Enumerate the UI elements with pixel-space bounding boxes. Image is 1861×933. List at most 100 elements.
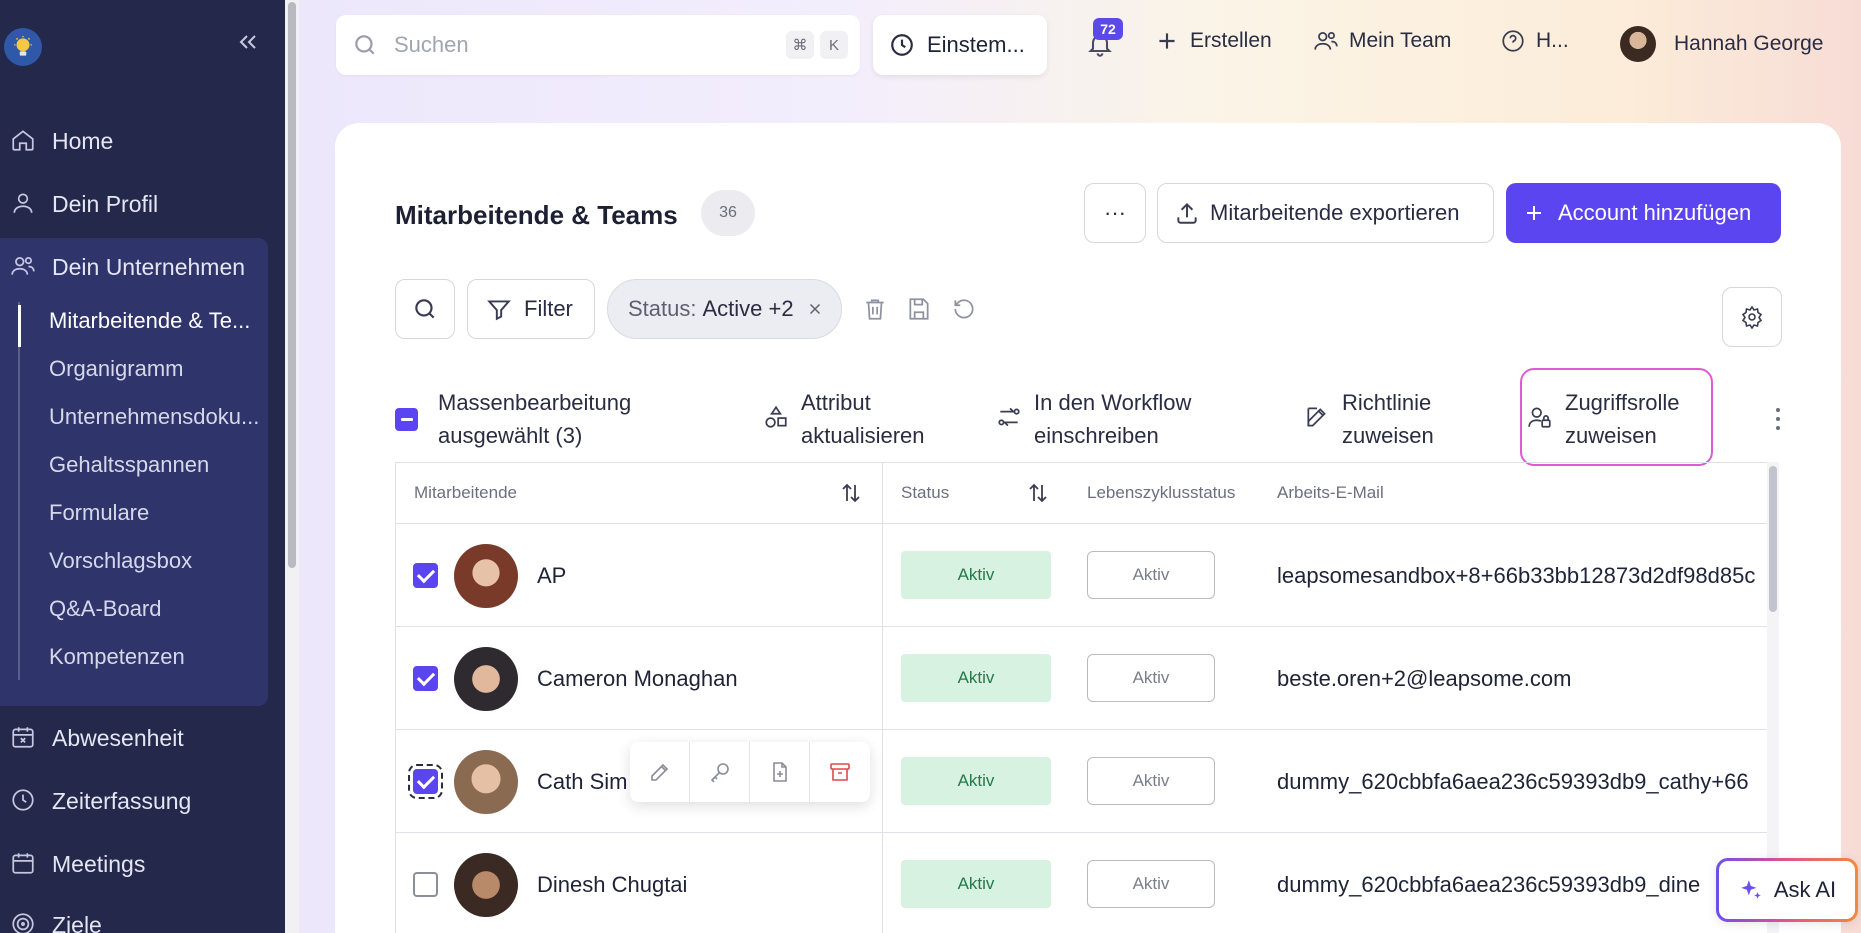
employees-table: Mitarbeitende Status Lebenszyklusstatus … [395,462,1779,933]
action-line2: einschreiben [1034,423,1159,448]
lifecycle-badge: Aktiv [1087,551,1215,599]
nav-item-time-tracking[interactable]: Zeiterfassung [0,778,270,824]
avatar [454,544,518,608]
status-badge: Aktiv [901,551,1051,599]
filter-label: Filter [524,296,573,321]
status-badge: Aktiv [901,860,1051,908]
lightbulb-logo-icon[interactable] [4,28,42,66]
status-badge: Aktiv [901,757,1051,805]
edit-row-button[interactable] [630,742,690,802]
active-indicator [18,305,21,347]
add-account-button[interactable]: Account hinzufügen [1506,183,1781,243]
action-line1: In den Workflow [1034,390,1192,415]
user-name[interactable]: Hannah George [1674,32,1823,56]
bulk-line2: ausgewählt (3) [438,423,583,448]
row-checkbox[interactable] [413,872,438,897]
assign-policy-button[interactable]: Richtlinie zuweisen [1304,386,1434,452]
row-checkbox[interactable] [408,764,443,799]
nav-label: Abwesenheit [52,724,184,751]
table-settings-button[interactable] [1722,287,1782,347]
employee-name[interactable]: Dinesh Chugtai [537,872,687,898]
subnav-item-documents[interactable]: Unternehmensdoku... [49,404,264,430]
subnav-item-employees[interactable]: Mitarbeitende & Te... [49,308,264,334]
shapes-icon [765,405,787,428]
user-avatar[interactable] [1620,26,1656,62]
nav-item-goals[interactable]: Ziele [0,902,270,933]
header-lifecycle[interactable]: Lebenszyklusstatus [1087,463,1235,523]
calendar-x-icon [10,724,38,752]
employee-email: dummy_620cbbfa6aea236c59393db9_cathy+66 [1277,769,1749,794]
document-row-button[interactable] [750,742,810,802]
bulk-select-checkbox[interactable] [395,408,418,431]
focus-highlight [1520,368,1713,466]
archive-icon [830,763,850,781]
status-filter-chip[interactable]: Status: Active +2 [607,279,842,339]
help-button[interactable]: H... [1500,28,1569,54]
plus-icon [1522,201,1546,225]
pencil-icon [650,763,668,781]
avatar [454,750,518,814]
more-actions-icon[interactable] [1774,408,1782,430]
search-placeholder: Suchen [394,32,469,57]
my-team-button[interactable]: Mein Team [1313,28,1451,54]
filter-button[interactable]: Filter [467,279,595,339]
my-team-label: Mein Team [1349,29,1452,52]
table-row[interactable]: AP Aktiv Aktiv leapsomesandbox+8+66b33bb… [396,524,1779,627]
more-options-button[interactable]: ··· [1084,183,1146,243]
row-checkbox[interactable] [413,666,438,691]
row-checkbox[interactable] [413,563,438,588]
notification-badge: 72 [1093,18,1123,40]
global-search-input[interactable]: Suchen ⌘ K [336,15,860,75]
sidebar-scrollbar[interactable] [285,0,299,933]
subnav-item-competencies[interactable]: Kompetenzen [49,644,264,670]
scrollbar-thumb[interactable] [288,2,296,568]
nav-item-home[interactable]: Home [0,118,270,164]
sort-icon[interactable] [839,481,863,505]
save-icon[interactable] [906,296,932,322]
header-status[interactable]: Status [901,463,949,523]
nav-label: Zeiterfassung [52,787,192,814]
export-employees-button[interactable]: Mitarbeitende exportieren [1157,183,1494,243]
employee-email: dummy_620cbbfa6aea236c59393db9_dine [1277,872,1701,897]
subnav-item-suggestion-box[interactable]: Vorschlagsbox [49,548,264,574]
enroll-workflow-button[interactable]: In den Workflow einschreiben [996,386,1191,452]
scrollbar-thumb[interactable] [1769,466,1777,612]
header-employee[interactable]: Mitarbeitende [414,463,517,523]
access-row-button[interactable] [690,742,750,802]
search-icon [412,296,438,322]
nav-item-company[interactable]: Dein Unternehmen [0,244,270,290]
employee-name[interactable]: AP [537,563,566,589]
ask-ai-button[interactable]: Ask AI [1716,858,1858,922]
reset-icon[interactable] [951,296,977,322]
nav-item-absence[interactable]: Abwesenheit [0,715,270,761]
trash-icon[interactable] [862,296,888,322]
table-row[interactable]: Cath Sim Aktiv Aktiv dummy_620cbbfa6aea2… [396,730,1779,833]
nav-item-profile[interactable]: Dein Profil [0,181,270,227]
lifecycle-badge: Aktiv [1087,860,1215,908]
close-icon[interactable] [806,300,824,318]
employee-name[interactable]: Cath Sim [537,769,627,795]
page-title: Mitarbeitende & Teams [395,200,678,230]
sort-icon[interactable] [1026,481,1050,505]
header-email[interactable]: Arbeits-E-Mail [1277,463,1384,523]
create-button[interactable]: Erstellen [1154,28,1272,54]
employee-email: beste.oren+2@leapsome.com [1277,666,1572,691]
nav-label: Dein Profil [52,190,159,217]
time-settings-button[interactable]: Einstem... [873,15,1047,75]
nav-item-meetings[interactable]: Meetings [0,841,270,887]
filter-key: Status: [628,296,697,321]
subnav-item-orgchart[interactable]: Organigramm [49,356,264,382]
update-attribute-button[interactable]: Attribut aktualisieren [763,386,925,452]
subnav-item-salary-bands[interactable]: Gehaltsspannen [49,452,264,478]
subnav-item-forms[interactable]: Formulare [49,500,264,526]
table-search-button[interactable] [395,279,455,339]
collapse-sidebar-icon[interactable] [236,30,260,54]
archive-row-button[interactable] [810,742,870,802]
action-line2: aktualisieren [801,423,925,448]
status-badge: Aktiv [901,654,1051,702]
table-row[interactable]: Cameron Monaghan Aktiv Aktiv beste.oren+… [396,627,1779,730]
table-row[interactable]: Dinesh Chugtai Aktiv Aktiv dummy_620cbbf… [396,833,1779,933]
bulk-line1: Massenbearbeitung [438,390,632,415]
subnav-item-qa-board[interactable]: Q&A-Board [49,596,264,622]
employee-name[interactable]: Cameron Monaghan [537,666,738,692]
